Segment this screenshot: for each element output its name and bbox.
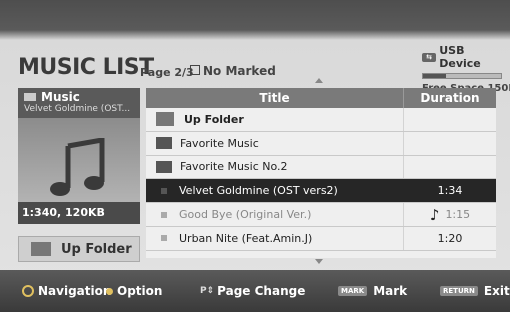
footer-exit[interactable]: RETURN Exit <box>440 284 510 298</box>
list-item-title: Good Bye (Original Ver.) <box>179 208 312 222</box>
list-item-selected[interactable]: Velvet Goldmine (OST vers2) 1:34 <box>146 179 496 204</box>
up-folder-icon <box>31 242 51 256</box>
preview-track-name: Velvet Goldmine (OST... <box>24 104 131 114</box>
column-title-header: Title <box>259 91 290 105</box>
ok-button-icon <box>106 287 113 295</box>
music-category-icon <box>24 93 36 101</box>
usb-device-row: ⇆ USB Device <box>422 44 502 70</box>
list-item-duration <box>403 131 496 155</box>
page-indicator: Page 2/3 <box>140 66 194 79</box>
list-item-duration <box>403 155 496 179</box>
list-header: Title Duration <box>146 88 496 108</box>
navigation-icon <box>22 285 34 297</box>
up-folder-button-label: Up Folder <box>61 241 132 257</box>
column-duration-header: Duration <box>403 88 496 108</box>
list-item-title: Favorite Music No.2 <box>180 160 288 174</box>
preview-header: Music Velvet Goldmine (OST... <box>18 88 140 118</box>
list-item-duration: 1:15 <box>445 208 471 222</box>
marked-status: No Marked <box>190 64 276 78</box>
footer-bar: Navigation Option P⇕ Page Change MARK Mark… <box>0 270 510 312</box>
file-bullet-icon <box>161 211 167 218</box>
return-key-icon: RETURN <box>440 286 478 296</box>
list-item-title: Favorite Music <box>180 136 259 150</box>
page-key-icon: P⇕ <box>200 286 215 296</box>
music-list-screen: MUSIC LIST Page 2/3 No Marked ⇆ USB Devi… <box>0 0 510 312</box>
list-item-title: Up Folder <box>184 112 244 126</box>
folder-icon <box>156 137 172 150</box>
list-item-title: Urban Nite (Feat.Amin.J) <box>179 231 313 245</box>
footer-page-change-label: Page Change <box>217 284 306 298</box>
footer-mark[interactable]: MARK Mark <box>338 284 407 298</box>
list-item[interactable]: Good Bye (Original Ver.) ♪ 1:15 <box>146 203 496 227</box>
list-item-folder[interactable]: Favorite Music <box>146 131 496 156</box>
up-folder-icon <box>156 112 174 127</box>
list-item-folder[interactable]: Favorite Music No.2 <box>146 155 496 180</box>
usb-space-fill <box>423 74 447 78</box>
footer-navigation[interactable]: Navigation <box>22 284 111 298</box>
up-folder-button[interactable]: Up Folder <box>18 236 140 262</box>
music-note-icon <box>50 138 105 196</box>
usb-icon: ⇆ <box>422 52 437 62</box>
preview-category-label: Music <box>41 90 80 104</box>
checkbox-icon <box>190 65 200 75</box>
scroll-down-icon[interactable] <box>315 259 323 264</box>
footer-page-change[interactable]: P⇕ Page Change <box>200 284 305 298</box>
playing-note-icon: ♪ <box>429 205 440 224</box>
footer-mark-label: Mark <box>373 284 408 298</box>
list-item-up-folder[interactable]: Up Folder <box>146 108 496 132</box>
preview-panel: Music Velvet Goldmine (OST... 1:340, 120… <box>18 88 140 224</box>
list-item-duration: 1:34 <box>403 179 496 203</box>
footer-navigation-label: Navigation <box>38 284 112 298</box>
mark-key-icon: MARK <box>338 286 368 296</box>
file-bullet-icon <box>161 235 167 242</box>
preview-category: Music <box>24 90 134 104</box>
marked-status-label: No Marked <box>203 64 276 78</box>
usb-device-label: USB Device <box>439 44 481 70</box>
page-title: MUSIC LIST <box>18 55 154 80</box>
usb-space-bar <box>422 73 502 79</box>
list-item-duration <box>403 108 496 131</box>
folder-icon <box>156 160 172 173</box>
list-item-title: Velvet Goldmine (OST vers2) <box>179 184 338 198</box>
list-item[interactable]: Urban Nite (Feat.Amin.J) 1:20 <box>146 226 496 251</box>
list-item-duration-cell: ♪ 1:15 <box>403 203 496 226</box>
file-list: Title Duration Up Folder Favorite Music … <box>146 88 496 258</box>
usb-device-panel: ⇆ USB Device Free Space 150MB <box>422 44 510 94</box>
footer-option-label: Option <box>117 284 163 298</box>
preview-file-info: 1:340, 120KB <box>18 202 140 224</box>
list-item-duration: 1:20 <box>403 226 496 250</box>
footer-exit-label: Exit <box>483 284 510 298</box>
footer-option[interactable]: Option <box>106 284 162 298</box>
scroll-up-icon[interactable] <box>315 78 323 83</box>
file-bullet-icon <box>161 187 167 194</box>
